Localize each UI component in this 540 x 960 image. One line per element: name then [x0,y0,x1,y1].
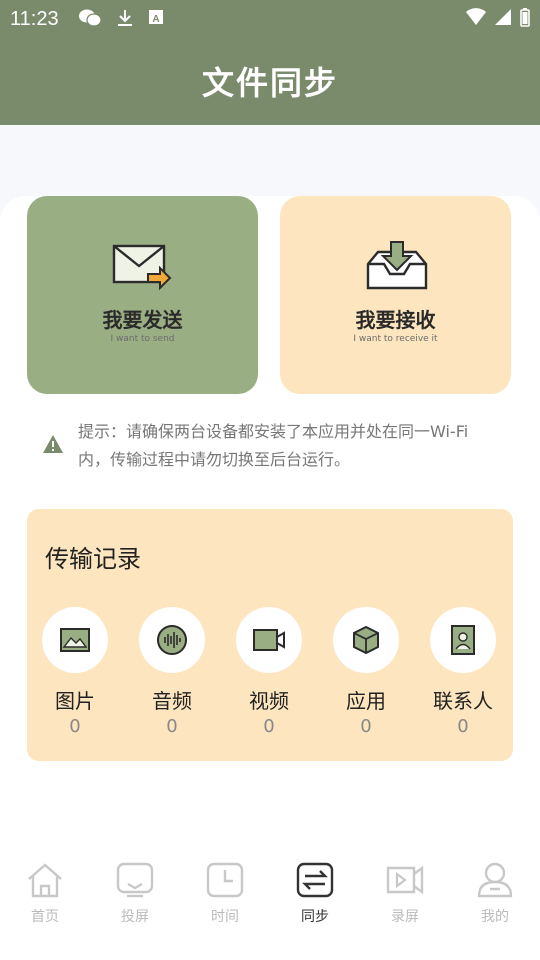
record-category-label: 视频 [249,689,289,713]
record-category-count: 0 [69,716,81,737]
record-category-label: 联系人 [433,689,493,713]
bottom-nav: 首页 投屏 时间 同步 录屏 我的 [0,836,540,960]
battery-icon [520,8,530,27]
send-card-title: 我要发送 [102,308,183,332]
nav-label: 投屏 [121,909,149,925]
record-category-count: 0 [263,716,275,737]
nav-label: 首页 [31,909,59,925]
nav-home[interactable]: 首页 [10,862,80,926]
record-category-contacts[interactable]: 联系人 0 [423,607,503,737]
wechat-notification-icon [79,9,102,27]
record-category-label: 应用 [346,689,386,713]
receive-card-subtitle: I want to receive it [353,334,438,344]
record-category-audio[interactable]: 音频 0 [132,607,212,737]
home-icon [28,863,62,898]
receive-card-title: 我要接收 [355,308,436,332]
contact-icon [430,607,496,673]
send-mail-icon [112,244,172,291]
status-time: 11:23 [10,8,59,30]
record-category-apps[interactable]: 应用 0 [326,607,406,737]
record-category-label: 图片 [55,689,95,713]
nav-sync[interactable]: 同步 [280,862,350,926]
app-icon [333,607,399,673]
svg-text:A: A [152,14,159,25]
nav-time[interactable]: 时间 [190,862,260,926]
record-category-count: 0 [360,716,372,737]
warning-icon [43,435,63,453]
cast-icon [116,862,154,898]
keyboard-notification-icon: A [149,10,163,25]
nav-label: 我的 [481,909,509,925]
send-card[interactable]: 我要发送 I want to send [27,196,258,394]
status-bar: 11:23 A [0,0,540,38]
transfer-records-card: 传输记录 图片 0 音频 0 视频 0 应用 0 联系人 0 [27,509,513,761]
receive-card[interactable]: 我要接收 I want to receive it [280,196,511,394]
wifi-icon [466,8,486,25]
nav-profile[interactable]: 我的 [460,862,530,926]
record-category-count: 0 [457,716,469,737]
inbox-download-icon [366,241,428,290]
send-card-subtitle: I want to send [110,334,175,344]
record-category-count: 0 [166,716,178,737]
download-notification-icon [118,10,132,26]
records-title: 传输记录 [45,545,141,573]
sync-icon [296,862,334,898]
nav-cast[interactable]: 投屏 [100,862,170,926]
video-icon [236,607,302,673]
clock-icon [206,862,244,898]
image-icon [42,607,108,673]
profile-icon [477,862,513,898]
nav-record[interactable]: 录屏 [370,862,440,926]
page-title: 文件同步 [201,64,338,102]
record-category-video[interactable]: 视频 0 [229,607,309,737]
app-header: 11:23 A 文件同步 [0,0,540,125]
tip-text: 提示：请确保两台设备都安装了本应用并处在同一Wi-Fi内，传输过程中请勿切换至后… [78,422,469,469]
nav-label: 同步 [301,909,329,925]
nav-label: 时间 [211,909,239,925]
audio-icon [139,607,205,673]
record-category-images[interactable]: 图片 0 [35,607,115,737]
signal-icon [495,9,511,25]
nav-label: 录屏 [391,909,419,925]
record-icon [386,865,424,895]
record-category-label: 音频 [152,689,192,713]
